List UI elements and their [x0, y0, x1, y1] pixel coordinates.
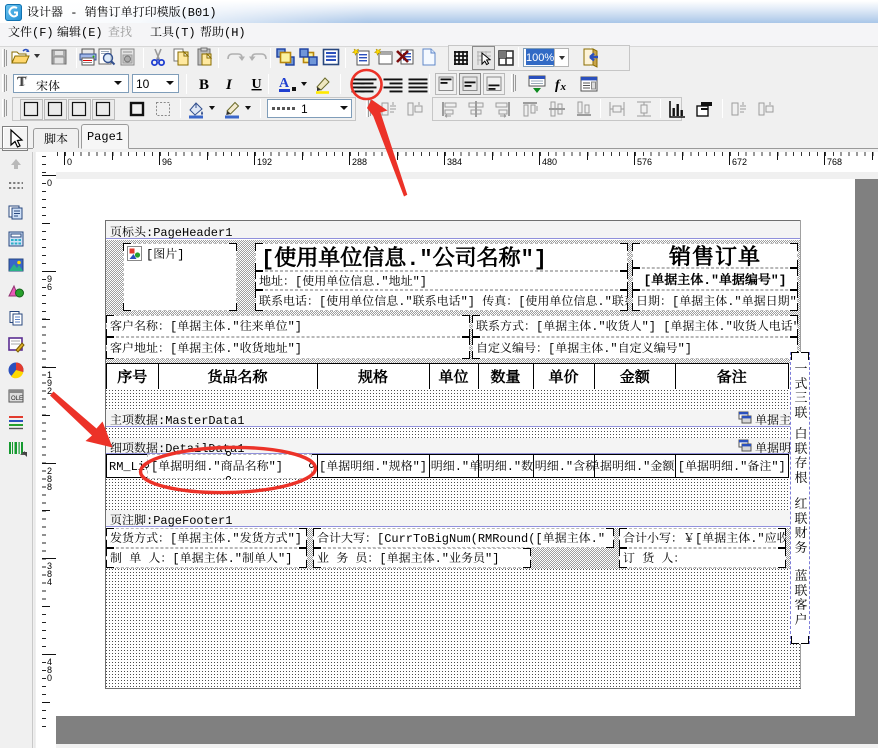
svg-text:B: B	[199, 77, 209, 93]
svg-text:I: I	[225, 77, 233, 93]
svg-text:OLE: OLE	[11, 396, 23, 402]
svg-text:U: U	[252, 77, 262, 92]
svg-text:A: A	[279, 76, 290, 91]
svg-text:x: x	[560, 81, 567, 93]
